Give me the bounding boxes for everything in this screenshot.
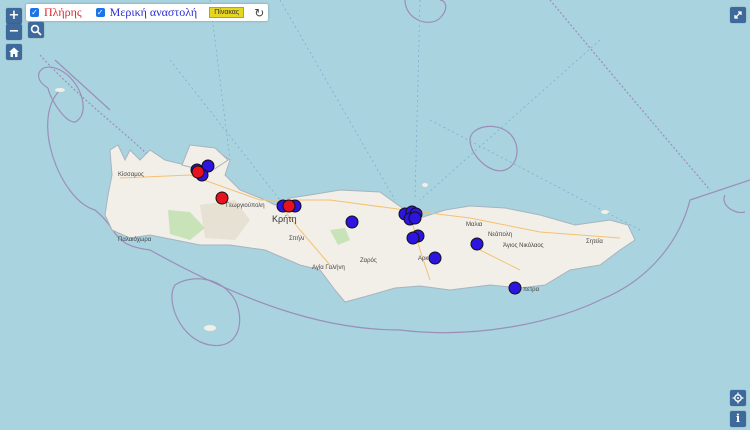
- place-label-ierapetra: πετρα: [523, 287, 540, 293]
- partial-suspension-marker[interactable]: [345, 215, 359, 229]
- place-label-malia: Μαλια: [466, 222, 483, 228]
- islet-dia: [422, 183, 428, 187]
- place-label-kissamos: Κίσσαμος: [118, 172, 144, 178]
- table-button[interactable]: Πίνακας: [209, 7, 245, 18]
- full-suspension-marker[interactable]: [191, 165, 205, 179]
- search-icon[interactable]: [28, 22, 44, 38]
- full-label: Πλήρης: [44, 5, 82, 19]
- place-label-paleochora: Παλαιόχωρα: [118, 237, 152, 243]
- layer-filter-bar: ✓ Πλήρης ✓ Μερική αναστολή Πίνακας ↻: [26, 4, 269, 21]
- place-label-spili: Σπήλι: [289, 236, 305, 242]
- fullscreen-icon[interactable]: [730, 7, 746, 23]
- place-label-kriti: Κρήτη: [272, 214, 297, 224]
- place-label-georgioupoli: Γεωργιούπολη: [226, 203, 265, 209]
- map-canvas[interactable]: [0, 0, 750, 430]
- full-checkbox[interactable]: ✓: [30, 8, 39, 17]
- refresh-icon[interactable]: ↻: [254, 6, 264, 20]
- place-label-sitia: Σητεία: [586, 239, 603, 245]
- islet-gavdos: [204, 325, 216, 331]
- place-label-neapoli: Νεάπολη: [488, 232, 513, 238]
- zoom-out-button[interactable]: −: [6, 24, 22, 40]
- place-label-agios-nikolaos: Άγιος Νικόλαος: [503, 243, 544, 249]
- partial-suspension-marker[interactable]: [428, 251, 442, 265]
- zoom-in-button[interactable]: +: [6, 8, 22, 24]
- partial-suspension-marker[interactable]: [408, 211, 422, 225]
- islet-pontikonisi: [55, 88, 65, 92]
- place-label-zaros: Ζαρός: [360, 258, 377, 264]
- info-button[interactable]: i: [730, 411, 746, 427]
- partial-suspension-marker[interactable]: [508, 281, 522, 295]
- place-label-arkalochori: Αρκ: [418, 256, 429, 262]
- partial-checkbox[interactable]: ✓: [95, 8, 105, 17]
- islet-dionysades: [601, 210, 609, 214]
- locate-icon[interactable]: [730, 390, 746, 406]
- partial-suspension-marker[interactable]: [406, 231, 420, 245]
- home-icon[interactable]: [6, 44, 22, 60]
- partial-suspension-marker[interactable]: [470, 237, 484, 251]
- partial-label: Μερική αναστολή: [109, 5, 198, 19]
- place-label-agia-galini: Αγία Γαλήνη: [312, 265, 345, 271]
- full-suspension-marker[interactable]: [282, 199, 296, 213]
